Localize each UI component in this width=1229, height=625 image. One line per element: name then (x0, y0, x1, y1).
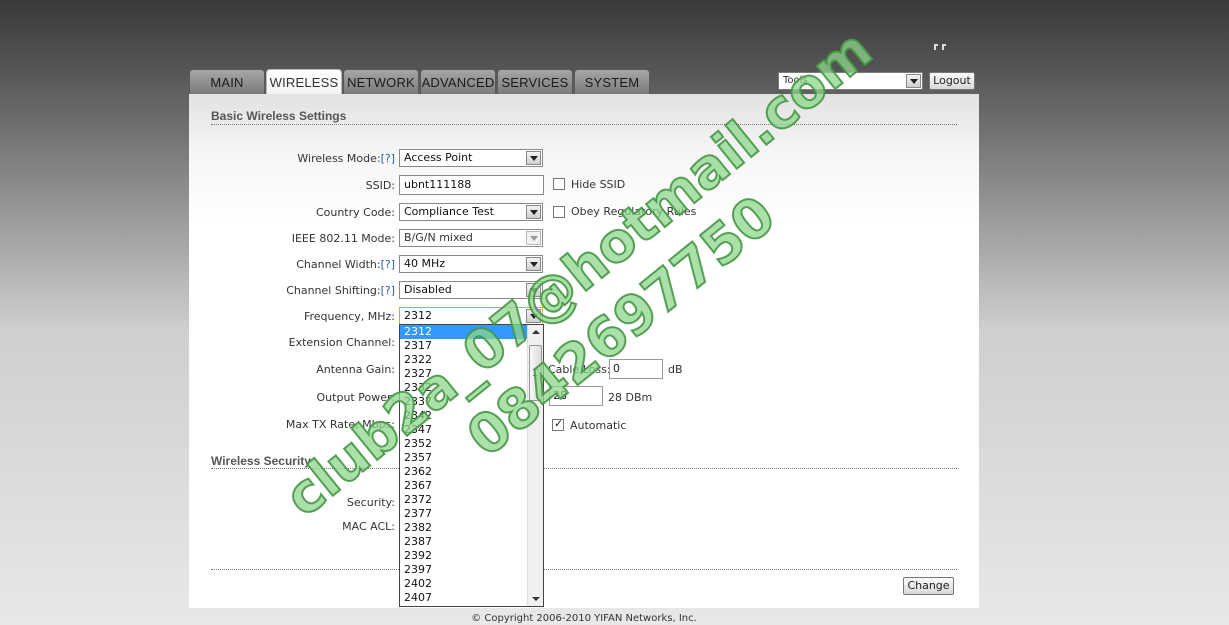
ieee-mode-label: IEEE 802.11 Mode: (291, 232, 395, 245)
wireless-mode-select[interactable]: Access Point (399, 149, 543, 167)
cable-loss-label: Cable Loss: (548, 363, 611, 376)
ssid-label: SSID: (365, 179, 395, 192)
frequency-option[interactable]: 2347 (400, 423, 527, 437)
divider (211, 468, 957, 469)
basic-settings-title: Basic Wireless Settings (211, 109, 347, 123)
channel-width-label: Channel Width:[?] (296, 258, 395, 271)
tab-wireless[interactable]: WIRELESS (266, 69, 342, 95)
frequency-option[interactable]: 2327 (400, 367, 527, 381)
chevron-down-icon (526, 257, 541, 271)
tab-main[interactable]: MAIN (189, 69, 265, 94)
wireless-mode-value: Access Point (404, 151, 473, 164)
tab-network[interactable]: NETWORK (343, 69, 419, 94)
change-button[interactable]: Change (903, 577, 954, 595)
automatic-label: Automatic (570, 419, 627, 432)
frequency-options: 2312 2317 2322 2327 2332 2337 2342 2347 2352 2357… (400, 325, 527, 605)
wireless-security-title: Wireless Security (211, 454, 311, 468)
ieee-mode-value: B/G/N mixed (404, 231, 473, 244)
footer-copyright: © Copyright 2006-2010 YIFAN Networks, In… (471, 613, 697, 624)
frequency-option[interactable]: 2362 (400, 465, 527, 479)
cable-loss-input[interactable]: 0 (609, 359, 663, 379)
channel-width-value: 40 MHz (404, 257, 446, 270)
frequency-label: Frequency, MHz: (303, 310, 395, 323)
logout-button[interactable]: Logout (929, 72, 975, 90)
tools-select[interactable]: Tools (778, 72, 923, 90)
settings-panel: Basic Wireless Settings Wireless Mode:[?… (189, 94, 979, 608)
channel-shifting-select[interactable]: Disabled (399, 281, 543, 299)
frequency-option[interactable]: 2322 (400, 353, 527, 367)
output-power-input[interactable]: 28 (549, 386, 603, 406)
channel-shifting-value: Disabled (404, 283, 452, 296)
scroll-down-icon[interactable] (532, 597, 540, 601)
mac-acl-label: MAC ACL: (342, 520, 395, 533)
frequency-value: 2312 (404, 309, 432, 322)
frequency-dropdown-list[interactable]: 2312 2317 2322 2327 2332 2337 2342 2347 2352 2357… (399, 324, 544, 607)
channel-width-help-link[interactable]: [?] (381, 258, 395, 271)
frequency-select[interactable]: 2312 (399, 307, 543, 325)
frequency-option[interactable]: 2342 (400, 409, 527, 423)
chevron-down-icon (526, 309, 541, 323)
chevron-down-icon (906, 74, 921, 88)
chevron-down-icon (526, 205, 541, 219)
max-tx-rate-label: Max TX Rate, Mbps: (285, 418, 395, 431)
output-power-unit: 28 DBm (608, 391, 653, 404)
security-label: Security: (346, 496, 395, 509)
frequency-option[interactable]: 2367 (400, 479, 527, 493)
frequency-option[interactable]: 2317 (400, 339, 527, 353)
frequency-option[interactable]: 2392 (400, 549, 527, 563)
obey-regulatory-label: Obey Regulatory Rules (571, 205, 697, 218)
antenna-gain-label: Antenna Gain: (316, 363, 395, 376)
tab-services[interactable]: SERVICES (497, 69, 573, 94)
frequency-option[interactable]: 2332 (400, 381, 527, 395)
automatic-checkbox[interactable] (552, 417, 564, 431)
tab-system[interactable]: SYSTEM (574, 69, 650, 94)
channel-shifting-help-link[interactable]: [?] (381, 284, 395, 297)
chevron-down-icon (526, 283, 541, 297)
frequency-option[interactable]: 2312 (400, 325, 527, 339)
ssid-input[interactable]: ubnt111188 (399, 175, 544, 195)
chevron-down-icon (526, 231, 541, 245)
scrollbar[interactable] (527, 325, 543, 606)
frequency-option[interactable]: 2407 (400, 591, 527, 605)
tab-advanced[interactable]: ADVANCED (420, 69, 496, 94)
scroll-up-icon[interactable] (532, 330, 540, 334)
frequency-option[interactable]: 2387 (400, 535, 527, 549)
frequency-option[interactable]: 2402 (400, 577, 527, 591)
wireless-mode-help-link[interactable]: [?] (381, 152, 395, 165)
country-code-label: Country Code: (315, 206, 395, 219)
wireless-mode-label: Wireless Mode:[?] (297, 152, 395, 165)
extension-channel-label: Extension Channel: (288, 336, 395, 349)
ieee-mode-select: B/G/N mixed (399, 229, 543, 247)
frequency-option[interactable]: 2352 (400, 437, 527, 451)
frequency-option[interactable]: 2377 (400, 507, 527, 521)
hide-ssid-label: Hide SSID (571, 178, 626, 191)
tools-select-value: Tools (783, 75, 808, 86)
country-code-select[interactable]: Compliance Test (399, 203, 543, 221)
divider (211, 124, 957, 125)
hide-ssid-checkbox[interactable] (553, 178, 565, 190)
channel-width-select[interactable]: 40 MHz (399, 255, 543, 273)
corner-mark-icon (934, 44, 954, 54)
frequency-option[interactable]: 2372 (400, 493, 527, 507)
frequency-option[interactable]: 2337 (400, 395, 527, 409)
country-code-value: Compliance Test (404, 205, 494, 218)
frequency-option[interactable]: 2397 (400, 563, 527, 577)
scrollbar-thumb[interactable] (529, 345, 542, 401)
frequency-option[interactable]: 2357 (400, 451, 527, 465)
cable-loss-unit: dB (668, 363, 683, 376)
output-power-label: Output Power: (316, 391, 395, 404)
frequency-option[interactable]: 2382 (400, 521, 527, 535)
divider (211, 569, 957, 570)
obey-regulatory-checkbox[interactable] (553, 206, 565, 218)
channel-shifting-label: Channel Shifting:[?] (286, 284, 395, 297)
chevron-down-icon (526, 151, 541, 165)
